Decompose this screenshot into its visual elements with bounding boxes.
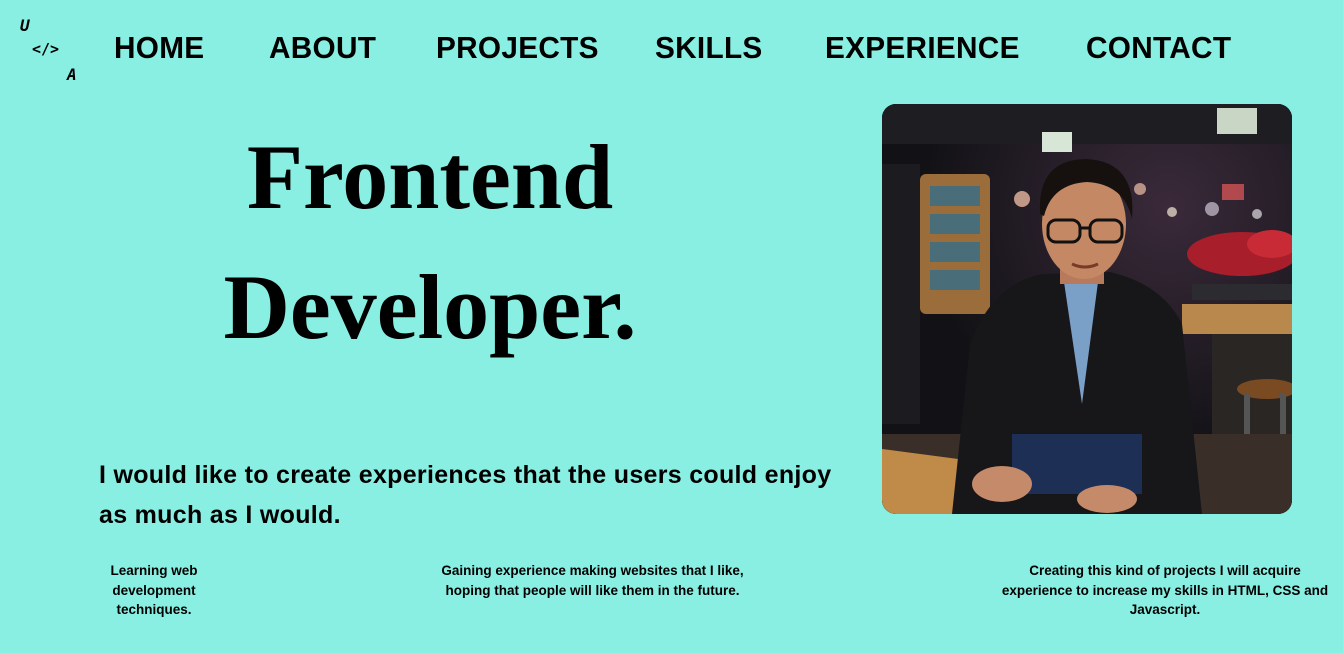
main-nav: HOME ABOUT PROJECTS SKILLS EXPERIENCE CO… xyxy=(0,30,1343,70)
hero-title-line2: Developer. xyxy=(223,256,637,358)
nav-experience[interactable]: EXPERIENCE xyxy=(825,30,1020,66)
nav-about[interactable]: ABOUT xyxy=(269,30,376,66)
info-learning: Learning web development techniques. xyxy=(110,563,198,617)
hero-title-line1: Frontend xyxy=(246,126,614,228)
profile-photo xyxy=(882,104,1292,514)
nav-contact[interactable]: CONTACT xyxy=(1086,30,1231,66)
hero-tagline: I would like to create experiences that … xyxy=(99,461,832,529)
nav-projects[interactable]: PROJECTS xyxy=(436,30,599,66)
info-creating-projects: Creating this kind of projects I will ac… xyxy=(1001,563,1329,617)
info-gaining-experience: Gaining experience making websites that … xyxy=(441,563,744,598)
nav-skills[interactable]: SKILLS xyxy=(655,30,763,66)
hero-title: Frontend Developer. xyxy=(120,112,740,372)
nav-home[interactable]: HOME xyxy=(114,30,204,66)
